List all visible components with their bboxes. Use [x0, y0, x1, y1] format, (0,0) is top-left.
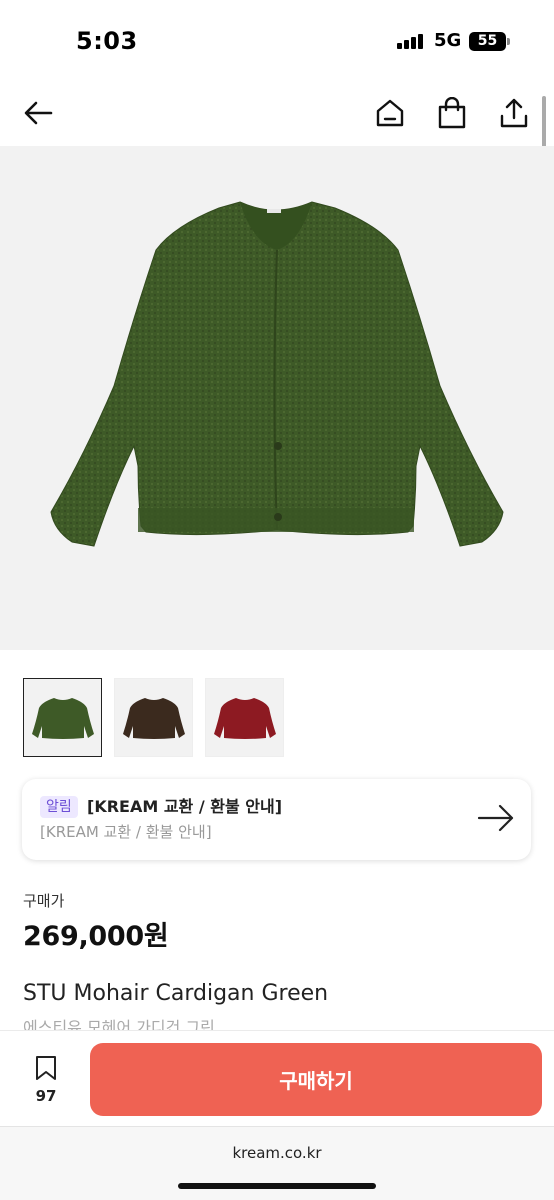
battery-icon: 55 [469, 32, 506, 51]
product-name: STU Mohair Cardigan Green [23, 981, 329, 1006]
product-name-korean: 에스티유 모헤어 가디건 그린 [23, 1018, 215, 1030]
thumbnail-green[interactable] [23, 678, 102, 757]
signal-icon [397, 33, 427, 49]
url-text[interactable]: kream.co.kr [0, 1144, 554, 1162]
network-type: 5G [434, 30, 462, 51]
thumbnail-brown[interactable] [114, 678, 193, 757]
home-icon[interactable] [373, 96, 407, 130]
notice-subtitle: [KREAM 교환 / 환불 안내] [40, 823, 212, 841]
browser-bar: kream.co.kr [0, 1126, 554, 1200]
shopping-bag-icon[interactable] [435, 96, 469, 130]
notice-title: [KREAM 교환 / 환불 안내] [87, 797, 283, 816]
wish-button[interactable]: 97 [22, 1055, 70, 1105]
thumbnail-list [23, 678, 284, 757]
arrow-left-icon[interactable] [21, 96, 55, 130]
price-label: 구매가 [23, 892, 65, 910]
notice-card[interactable]: 알림 [KREAM 교환 / 환불 안내] [KREAM 교환 / 환불 안내] [22, 779, 531, 860]
home-indicator[interactable] [178, 1183, 376, 1189]
nav-bar [0, 80, 554, 146]
share-icon[interactable] [497, 96, 531, 130]
bookmark-icon [36, 1056, 56, 1080]
action-bar: 97 구매하기 [0, 1030, 554, 1126]
status-time: 5:03 [76, 27, 138, 55]
battery-tip [507, 38, 510, 45]
notice-badge: 알림 [40, 796, 78, 818]
arrow-right-icon[interactable] [477, 803, 515, 833]
status-bar: 5:03 5G 55 [0, 0, 554, 80]
product-image[interactable] [0, 146, 554, 650]
buy-button[interactable]: 구매하기 [90, 1043, 542, 1116]
battery-level: 55 [477, 33, 498, 49]
wish-count: 97 [35, 1087, 57, 1105]
thumbnail-red[interactable] [205, 678, 284, 757]
price-value: 269,000원 [23, 921, 169, 952]
cardigan-illustration [50, 201, 504, 547]
